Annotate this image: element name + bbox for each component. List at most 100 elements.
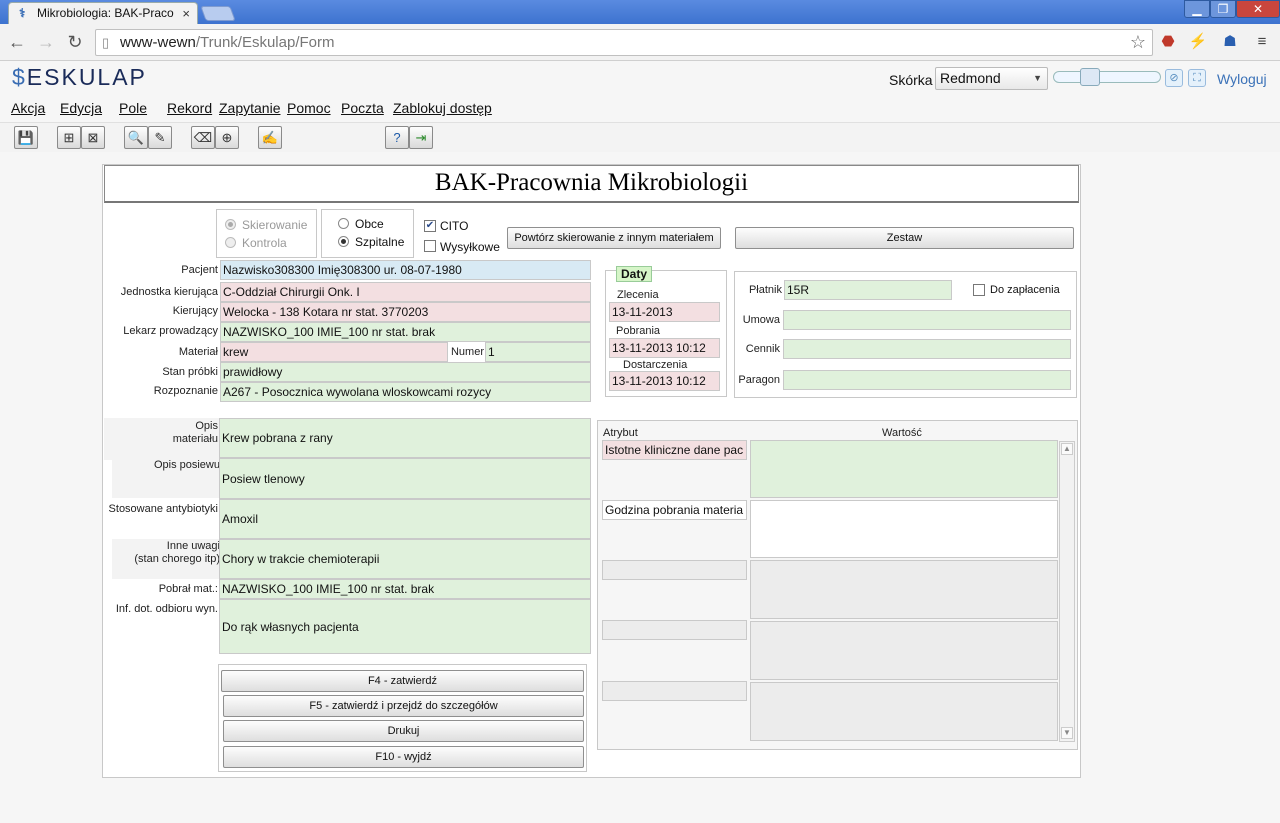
menu-zablokuj[interactable]: Zablokuj dostęp (393, 100, 492, 116)
cito-label: CITO (440, 219, 469, 233)
confirm-details-button[interactable]: F5 - zatwierdź i przejdź do szczegółów (223, 695, 584, 717)
culture-desc-field[interactable]: Posiew tlenowy (219, 458, 591, 499)
attr-row-4-value[interactable] (750, 621, 1058, 680)
to-pay-checkbox[interactable] (973, 284, 985, 296)
menu-pole[interactable]: Pole (119, 100, 147, 116)
payer-field[interactable]: 15R (784, 280, 952, 300)
patient-label: Pacjent (181, 264, 218, 276)
menu-edycja[interactable]: Edycja (60, 100, 102, 116)
delivery-date-field[interactable]: 13-11-2013 10:12 (609, 371, 720, 391)
referral-type-group (216, 209, 317, 258)
lightning-icon[interactable]: ⚡ (1188, 32, 1208, 52)
attributes-scrollbar[interactable] (1059, 441, 1075, 742)
extension-icon[interactable]: ☗ (1220, 32, 1240, 52)
fullscreen-icon[interactable]: ⛶ (1188, 69, 1206, 87)
bookmark-star-icon[interactable]: ☆ (1130, 30, 1146, 55)
pickup-field[interactable]: Do rąk własnych pacjenta (219, 599, 591, 654)
menu-icon[interactable]: ≡ (1252, 32, 1272, 52)
attr-row-5-value[interactable] (750, 682, 1058, 741)
confirm-button[interactable]: F4 - zatwierdź (221, 670, 584, 692)
scroll-up-icon[interactable]: ▲ (1061, 443, 1073, 455)
edit-search-icon[interactable]: ✎ (148, 126, 172, 149)
add-item-icon[interactable]: ⊕ (215, 126, 239, 149)
scroll-down-icon[interactable]: ▼ (1061, 727, 1073, 739)
chevron-down-icon: ▼ (1033, 73, 1042, 83)
radio-skierowanie[interactable] (225, 219, 236, 230)
material-desc-label-1: Opis (195, 420, 218, 432)
set-button[interactable]: Zestaw (735, 227, 1074, 249)
number-field[interactable]: 1 (485, 342, 591, 362)
contract-field[interactable] (783, 310, 1071, 330)
forward-icon[interactable]: → (35, 31, 57, 53)
referring-field[interactable]: Welocka - 138 Kotara nr stat. 3770203 (220, 302, 591, 322)
zoom-slider-track[interactable] (1053, 71, 1161, 83)
help-icon[interactable]: ? (385, 126, 409, 149)
receipt-field[interactable] (783, 370, 1071, 390)
antibiotics-field[interactable]: Amoxil (219, 499, 591, 539)
close-window-button[interactable]: ✕ (1236, 0, 1280, 18)
attr-row-1-value[interactable] (750, 440, 1058, 498)
delete-row-icon[interactable]: ⊠ (81, 126, 105, 149)
other-field[interactable]: Chory w trakcie chemioterapii (219, 539, 591, 579)
page-icon: ▯ (102, 35, 110, 50)
order-date-field[interactable]: 13-11-2013 (609, 302, 720, 322)
menu-poczta[interactable]: Poczta (341, 100, 384, 116)
pricelist-field[interactable] (783, 339, 1071, 359)
new-tab-button[interactable] (200, 6, 236, 21)
logout-link[interactable]: Wyloguj (1217, 71, 1267, 87)
maximize-button[interactable]: ❐ (1210, 0, 1236, 18)
menu-pomoc[interactable]: Pomoc (287, 100, 331, 116)
menu-akcja[interactable]: Akcja (11, 100, 45, 116)
skin-label: Skórka (889, 72, 933, 88)
attr-row-3-name[interactable] (602, 560, 747, 580)
diagnosis-label: Rozpoznanie (153, 385, 218, 397)
eraser-icon[interactable]: ⌫ (191, 126, 215, 149)
attr-row-4-name[interactable] (602, 620, 747, 640)
attr-row-1-name[interactable]: Istotne kliniczne dane pac (602, 440, 747, 460)
diagnosis-field[interactable]: A267 - Posocznica wywolana wloskowcami r… (220, 382, 591, 402)
repeat-referral-button[interactable]: Powtórz skierowanie z innym materiałem (507, 227, 721, 249)
receipt-label: Paragon (738, 374, 780, 386)
skin-select[interactable]: Redmond ▼ (935, 67, 1048, 90)
address-bar[interactable]: ▯ www-wewn/Trunk/Eskulap/Form ☆ (95, 29, 1153, 56)
attr-row-5-name[interactable] (602, 681, 747, 701)
attr-row-3-value[interactable] (750, 560, 1058, 619)
menu-zapytanie[interactable]: Zapytanie (219, 100, 280, 116)
reset-icon[interactable]: ⊘ (1165, 69, 1183, 87)
other-label-2: (stan chorego itp) (134, 553, 220, 565)
shipping-checkbox[interactable] (424, 240, 436, 252)
radio-obce[interactable] (338, 218, 349, 229)
minimize-button[interactable]: ▁ (1184, 0, 1210, 18)
save-icon[interactable]: 💾 (14, 126, 38, 149)
exit-icon[interactable]: ⇥ (409, 126, 433, 149)
collected-by-field[interactable]: NAZWISKO_100 IMIE_100 nr stat. brak (219, 579, 591, 599)
cito-checkbox[interactable]: ✔ (424, 220, 436, 232)
note-icon[interactable]: ✍ (258, 126, 282, 149)
radio-kontrola[interactable] (225, 237, 236, 248)
unit-field[interactable]: C-Oddział Chirurgii Onk. I (220, 282, 591, 302)
exit-button[interactable]: F10 - wyjdź (223, 746, 584, 768)
dates-title: Daty (616, 266, 652, 282)
search-icon[interactable]: 🔍 (124, 126, 148, 149)
material-field[interactable]: krew (220, 342, 448, 362)
tab-close-icon[interactable]: × (182, 3, 190, 24)
attr-row-2-value[interactable] (750, 500, 1058, 558)
doctor-field[interactable]: NAZWISKO_100 IMIE_100 nr stat. brak (220, 322, 591, 342)
print-button[interactable]: Drukuj (223, 720, 584, 742)
reload-icon[interactable]: ↻ (64, 31, 86, 53)
material-desc-label-2: materiału (172, 433, 218, 445)
attr-row-2-name[interactable]: Godzina pobrania materia (602, 500, 747, 520)
menu-rekord[interactable]: Rekord (167, 100, 212, 116)
radio-szpitalne[interactable] (338, 236, 349, 247)
collection-date-field[interactable]: 13-11-2013 10:12 (609, 338, 720, 358)
sample-state-field[interactable]: prawidłowy (220, 362, 591, 382)
sample-state-label: Stan próbki (162, 366, 218, 378)
patient-field[interactable]: Nazwisko308300 Imię308300 ur. 08-07-1980 (220, 260, 591, 280)
back-icon[interactable]: ← (6, 31, 28, 53)
zoom-slider-thumb[interactable] (1080, 68, 1100, 86)
adblock-icon[interactable]: ⬣ (1158, 32, 1178, 52)
browser-tab[interactable]: ⚕ Mikrobiologia: BAK-Praco × (8, 2, 198, 24)
add-row-icon[interactable]: ⊞ (57, 126, 81, 149)
doctor-label: Lekarz prowadzący (123, 325, 218, 337)
material-desc-field[interactable]: Krew pobrana z rany (219, 418, 591, 458)
